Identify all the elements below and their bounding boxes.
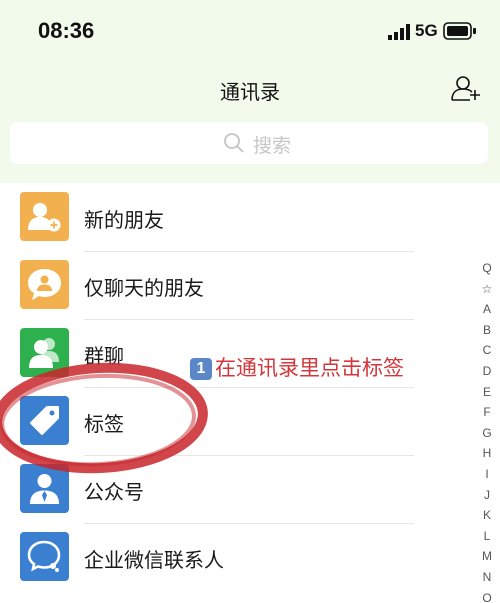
index-letter[interactable]: F: [477, 402, 497, 423]
add-friend-button[interactable]: [451, 74, 481, 102]
work-chat-icon: [20, 532, 69, 581]
index-letter[interactable]: H: [477, 443, 497, 464]
contact-item-work-contacts[interactable]: 企业微信联系人: [0, 524, 480, 591]
group-icon: [20, 328, 69, 377]
alphabet-index[interactable]: Q ☆ A B C D E F G H I J K L M N O: [477, 258, 497, 603]
annotation-text: 在通讯录里点击标签: [215, 356, 404, 380]
contact-item-new-friends[interactable]: 新的朋友: [0, 184, 480, 251]
index-letter[interactable]: C: [477, 340, 497, 361]
search-icon: [224, 133, 244, 153]
index-letter[interactable]: A: [477, 299, 497, 320]
index-letter[interactable]: B: [477, 320, 497, 341]
signal-icon: [388, 24, 410, 40]
chat-bubble-icon: [20, 260, 69, 309]
index-letter[interactable]: D: [477, 361, 497, 382]
status-time: 08:36: [38, 18, 95, 43]
index-letter[interactable]: Q: [477, 258, 497, 279]
index-letter[interactable]: M: [477, 546, 497, 567]
search-bar[interactable]: 搜索: [10, 122, 488, 164]
tag-icon: [20, 396, 69, 445]
person-plus-icon: [451, 76, 480, 101]
contact-item-label: 群聊: [84, 344, 124, 368]
person-add-icon: [20, 192, 69, 241]
status-bar: 08:36 5G: [0, 0, 500, 62]
contact-item-label: 新的朋友: [84, 208, 164, 232]
index-letter[interactable]: I: [477, 464, 497, 485]
contact-item-label: 公众号: [84, 480, 144, 504]
official-account-icon: [20, 464, 69, 513]
index-letter[interactable]: N: [477, 567, 497, 588]
battery-icon: [443, 22, 476, 40]
index-letter[interactable]: J: [477, 485, 497, 506]
step-number-badge: 1: [190, 358, 212, 380]
index-letter[interactable]: K: [477, 505, 497, 526]
contact-item-label: 企业微信联系人: [84, 548, 224, 572]
contact-item-tags[interactable]: 标签: [0, 388, 480, 455]
tutorial-annotation: 1 在通讯录里点击标签: [190, 352, 404, 382]
index-letter[interactable]: L: [477, 526, 497, 547]
contact-item-official-accounts[interactable]: 公众号: [0, 456, 480, 523]
index-letter[interactable]: E: [477, 382, 497, 403]
contact-item-label: 仅聊天的朋友: [84, 276, 204, 300]
contact-item-label: 标签: [84, 412, 124, 436]
search-placeholder: 搜索: [253, 135, 292, 157]
page-title: 通讯录: [220, 80, 280, 104]
index-letter[interactable]: G: [477, 423, 497, 444]
network-type: 5G: [415, 21, 438, 40]
index-letter[interactable]: ☆: [477, 279, 497, 300]
index-letter[interactable]: O: [477, 588, 497, 603]
contact-item-chat-only-friends[interactable]: 仅聊天的朋友: [0, 252, 480, 319]
